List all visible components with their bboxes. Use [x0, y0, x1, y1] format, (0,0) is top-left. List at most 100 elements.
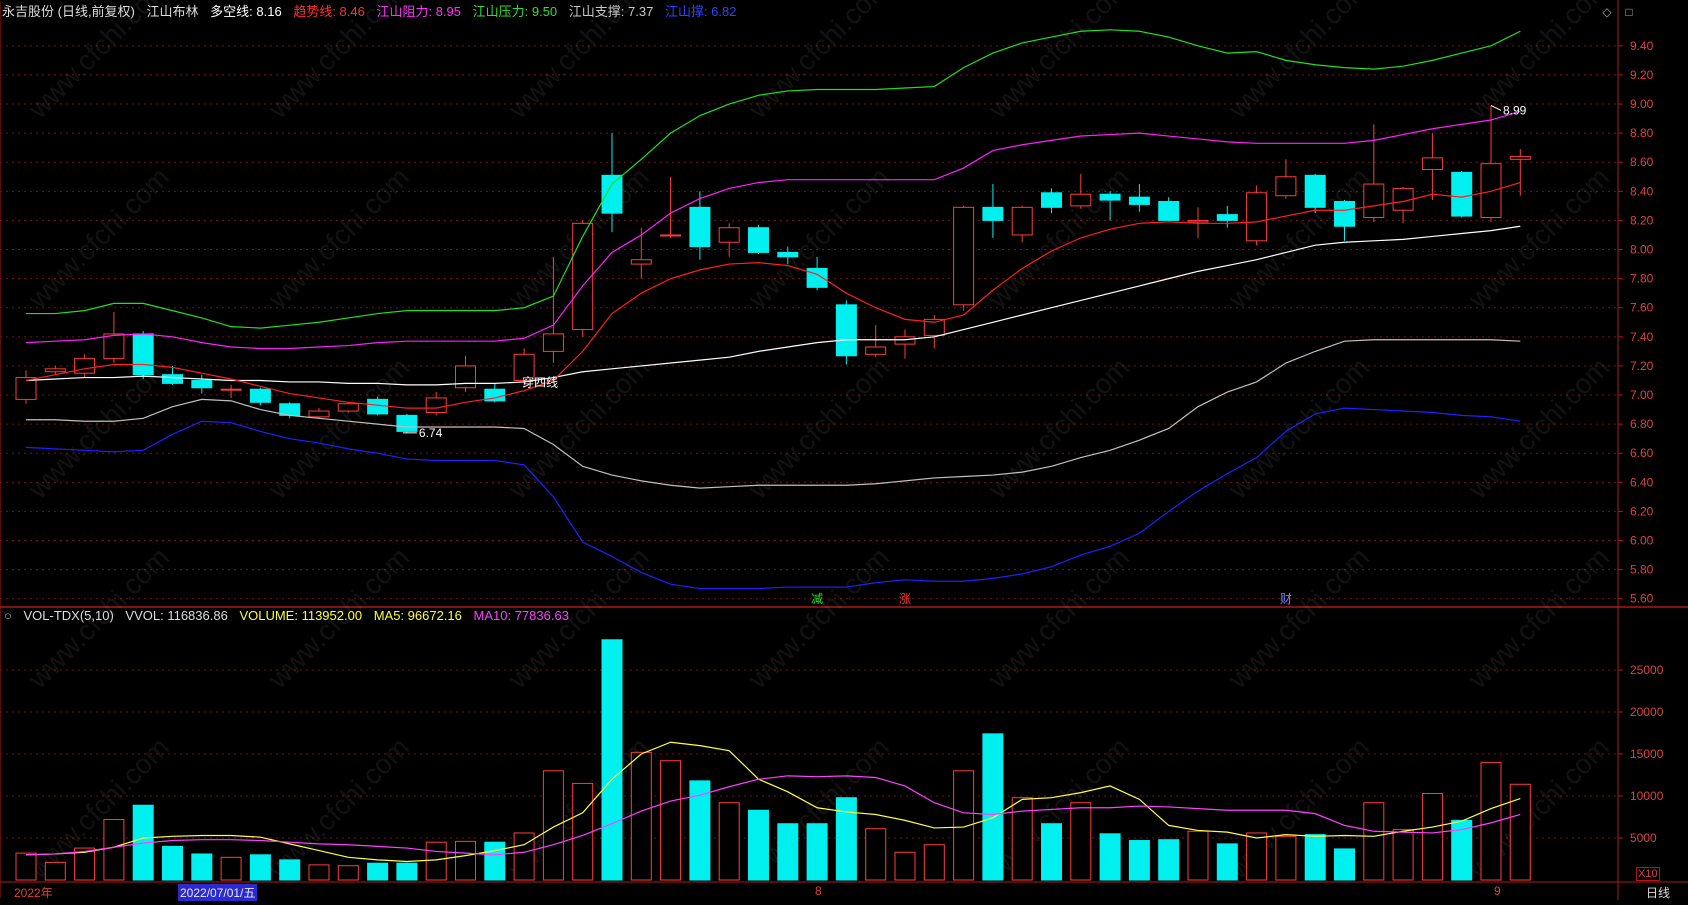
zoom-x10-label[interactable]: X10: [1636, 867, 1660, 881]
candle-body: [630, 259, 652, 265]
price-tick-label: 9.00: [1630, 97, 1654, 111]
volume-bar: [1392, 829, 1414, 881]
volume-bar: [44, 861, 66, 881]
high-price-label: 8.99: [1503, 103, 1527, 117]
watermark-text: www.cfchi.com: [1462, 351, 1616, 505]
watermark-text: www.cfchi.com: [982, 0, 1136, 125]
candle-body: [308, 410, 330, 418]
candle-body: [337, 403, 359, 412]
volume-tick-label: 10000: [1630, 789, 1664, 803]
candle-body: [1158, 201, 1180, 221]
volume-bar: [1099, 833, 1121, 881]
volume-bar: [220, 856, 242, 881]
month-9-label: 9: [1494, 884, 1501, 898]
volume-bar: [425, 841, 447, 881]
price-tick-label: 6.60: [1630, 446, 1654, 460]
collapse-icon[interactable]: ○: [4, 608, 12, 623]
volume-tick-label: 20000: [1630, 705, 1664, 719]
price-tick-label: 6.00: [1630, 534, 1654, 548]
chart-stage: 5.60 5.80 6.00 6.20 6.40 6.60 6.80 7.00 7.20 7.40…: [0, 0, 1688, 901]
volume-bar: [777, 823, 799, 881]
candle-body: [718, 227, 740, 243]
ma5-label: MA5: 96672.16: [373, 608, 462, 623]
volume-bar: [865, 828, 887, 881]
price-header: 永吉股份 (日线,前复权) 江山布林 多空线: 8.16 趋势线: 8.46 江…: [0, 0, 744, 24]
candle-body: [1099, 193, 1121, 201]
candle-body: [806, 267, 828, 288]
price-tick-label: 5.60: [1630, 592, 1654, 606]
support-label: 江山支撑: 7.37: [568, 4, 654, 19]
candle-body: [1216, 214, 1238, 221]
candle-body: [748, 227, 769, 253]
candle-body: [44, 368, 66, 373]
volume-bar: [337, 865, 359, 881]
watermark-text: www.cfchi.com: [1222, 541, 1376, 695]
candle-body: [1275, 176, 1297, 197]
square-icon[interactable]: □: [1622, 5, 1636, 19]
candle-body: [777, 251, 799, 258]
diamond-icon[interactable]: ◇: [1600, 5, 1614, 19]
candle-body: [689, 206, 711, 248]
volume-bar: [1187, 830, 1209, 881]
volume-bar: [1363, 802, 1385, 881]
stock-title: 永吉股份 (日线,前复权): [2, 4, 135, 19]
vvol-label: VVOL: 116836.86: [125, 608, 228, 623]
candle-body: [191, 379, 213, 389]
ma10-label: MA10: 77836.63: [473, 608, 569, 623]
watermark-text: www.cfchi.com: [982, 161, 1136, 315]
watermark-text: www.cfchi.com: [742, 351, 896, 505]
resist-label: 江山阻力: 8.95: [376, 4, 461, 19]
duokong-line: [25, 225, 1521, 386]
watermark-text: www.cfchi.com: [1462, 0, 1616, 125]
candle-body: [1187, 219, 1209, 223]
volume-bar: [1041, 823, 1062, 881]
watermark-text: www.cfchi.com: [262, 351, 416, 505]
volume-bar: [191, 853, 213, 881]
cross-four-lines-label: 穿四线: [522, 374, 558, 389]
low-price-label: 6.74: [419, 426, 443, 440]
volume-bar: [367, 862, 389, 881]
candle-body: [1041, 192, 1062, 208]
candle-body: [865, 346, 887, 355]
indicator-name[interactable]: 江山布林: [147, 4, 199, 19]
period-label[interactable]: 日线: [1646, 884, 1670, 901]
price-tick-label: 9.40: [1630, 39, 1654, 53]
candle-body: [220, 388, 242, 391]
duokong-label: 多空线: 8.16: [210, 4, 282, 19]
price-tick-label: 7.60: [1630, 301, 1654, 315]
date-label: 2022/07/01/五: [178, 884, 258, 901]
watermark-text: www.cfchi.com: [742, 0, 896, 125]
candle-body: [455, 365, 476, 389]
volume-bar: [1275, 835, 1297, 881]
price-tick-label: 8.60: [1630, 155, 1654, 169]
chart-canvas[interactable]: 5.60 5.80 6.00 6.20 6.40 6.60 6.80 7.00 7.20 7.40…: [0, 0, 1688, 900]
price-tick-label: 7.20: [1630, 359, 1654, 373]
candle-body: [660, 234, 682, 237]
zhang-marker: 涨: [899, 591, 911, 606]
price-tick-label: 7.40: [1630, 330, 1654, 344]
candle-body: [835, 304, 857, 357]
volume-bar: [660, 760, 682, 881]
candle-body: [132, 333, 154, 376]
candle-body: [15, 377, 37, 400]
candle-body: [1509, 155, 1531, 160]
price-tick-label: 9.20: [1630, 68, 1654, 82]
volume-bar: [15, 852, 37, 881]
volume-bar: [542, 770, 564, 881]
candle-body: [74, 358, 96, 374]
volume-bar: [894, 851, 916, 881]
candle-body: [542, 333, 564, 352]
candle-body: [1011, 206, 1033, 236]
price-tick-label: 7.80: [1630, 272, 1654, 286]
candle-body: [249, 388, 271, 403]
volume-bar: [162, 845, 183, 881]
volume-bar: [1070, 802, 1092, 881]
price-tick-label: 6.40: [1630, 475, 1654, 489]
volume-bar: [484, 841, 506, 881]
volume-bar: [1158, 839, 1180, 881]
volume-bar: [982, 733, 1004, 881]
vol-indicator-name[interactable]: VOL-TDX(5,10): [23, 608, 113, 623]
volume-tick-label: 15000: [1630, 747, 1664, 761]
volume-bar: [1216, 843, 1238, 881]
price-tick-label: 6.20: [1630, 504, 1654, 518]
